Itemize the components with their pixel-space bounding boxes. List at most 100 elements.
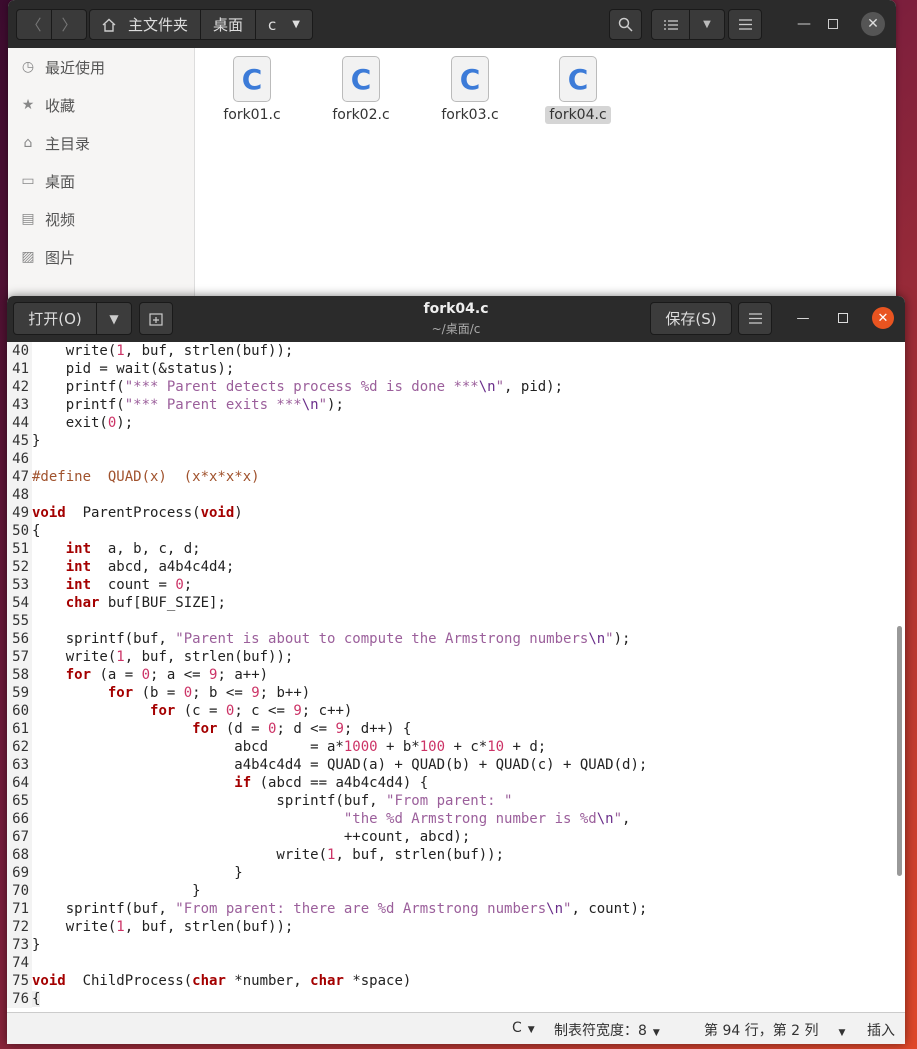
code-line[interactable]: 60 for (c = 0; c <= 9; c++) xyxy=(7,702,352,720)
code-text: ++count, abcd); xyxy=(32,829,471,845)
code-line[interactable]: 44 exit(0); xyxy=(7,414,133,432)
code-line[interactable]: 40 write(1, buf, strlen(buf)); xyxy=(7,342,293,360)
code-line[interactable]: 70 } xyxy=(7,882,201,900)
chevron-down-icon: ▼ xyxy=(838,1028,846,1038)
back-button[interactable]: 〈 xyxy=(16,9,52,40)
maximize-button[interactable] xyxy=(832,307,854,329)
code-line[interactable]: 43 printf("*** Parent exits ***\n"); xyxy=(7,396,344,414)
code-line[interactable]: 50{ xyxy=(7,522,40,540)
code-line[interactable]: 75 void ChildProcess(char *number, char *… xyxy=(7,972,411,990)
code-line[interactable]: 55 xyxy=(7,612,32,630)
code-line[interactable]: 56 sprintf(buf, "Parent is about to comp… xyxy=(7,630,630,648)
code-line[interactable]: 62 abcd = a*1000 + b*100 + c*10 + d; xyxy=(7,738,546,756)
path-desktop[interactable]: 桌面 xyxy=(200,9,257,40)
code-line[interactable]: 66 "the %d Armstrong number is %d\n", xyxy=(7,810,630,828)
code-line[interactable]: 41 pid = wait(&status); xyxy=(7,360,234,378)
code-line[interactable]: 63 a4b4c4d4 = QUAD(a) + QUAD(b) + QUAD(c… xyxy=(7,756,647,774)
sidebar-item-desktop[interactable]: ▭ 桌面 xyxy=(8,162,194,200)
code-line[interactable]: 73} xyxy=(7,936,40,954)
code-text: "the %d Armstrong number is %d\n", xyxy=(343,811,631,827)
code-line[interactable]: 72 write(1, buf, strlen(buf)); xyxy=(7,918,293,936)
tab-width-selector[interactable]: 制表符宽度：8 ▼ xyxy=(554,1020,660,1040)
close-button[interactable]: ✕ xyxy=(861,12,885,36)
insert-mode: 插入 xyxy=(867,1020,895,1040)
code-line[interactable]: 61 for (d = 0; d <= 9; d++) { xyxy=(7,720,411,738)
forward-button[interactable]: 〉 xyxy=(51,9,87,40)
file-manager-window: 〈 〉 主文件夹 桌面 c ▼ ▼ — ✕ ◷ 最近使用 ★ 收藏 ⌂ 主目录 ▭ 桌面 … xyxy=(8,0,896,300)
language-selector[interactable]: C ▼ xyxy=(512,1020,535,1036)
code-line[interactable]: 49 void ParentProcess(void) xyxy=(7,504,243,522)
code-view[interactable]: 40 write(1, buf, strlen(buf)); 41 pid = w… xyxy=(7,342,895,1012)
maximize-icon xyxy=(838,313,848,323)
line-number: 49 xyxy=(7,504,32,522)
code-line[interactable]: 46 xyxy=(7,450,32,468)
code-line[interactable]: 69 } xyxy=(7,864,243,882)
path-home[interactable]: 主文件夹 xyxy=(89,9,202,40)
line-number: 50 xyxy=(7,522,32,540)
code-line[interactable]: 51 int a, b, c, d; xyxy=(7,540,201,558)
file-item[interactable]: C fork02.c xyxy=(311,56,411,124)
sidebar-item-recent[interactable]: ◷ 最近使用 xyxy=(8,48,194,86)
code-line[interactable]: 68 write(1, buf, strlen(buf)); xyxy=(7,846,504,864)
code-line[interactable]: 64 if (abcd == a4b4c4d4) { xyxy=(7,774,428,792)
vertical-scrollbar[interactable] xyxy=(897,626,902,876)
search-button[interactable] xyxy=(609,9,642,40)
line-number: 44 xyxy=(7,414,32,432)
line-number: 76 xyxy=(7,990,32,1008)
tab-width-label: 制表符宽度：8 xyxy=(554,1023,647,1039)
code-line[interactable]: 71 sprintf(buf, "From parent: there are … xyxy=(7,900,647,918)
code-line[interactable]: 74 xyxy=(7,954,32,972)
line-number: 61 xyxy=(7,720,32,738)
code-text: for (d = 0; d <= 9; d++) { xyxy=(192,721,412,737)
code-text: void ParentProcess(void) xyxy=(32,505,243,521)
code-line[interactable]: 57 write(1, buf, strlen(buf)); xyxy=(7,648,293,666)
minimize-icon: — xyxy=(796,310,810,326)
line-number: 66 xyxy=(7,810,32,828)
close-button[interactable]: ✕ xyxy=(872,307,894,329)
line-number: 74 xyxy=(7,954,32,972)
sidebar-item-starred[interactable]: ★ 收藏 xyxy=(8,86,194,124)
code-line[interactable]: 48 xyxy=(7,486,32,504)
menu-button[interactable] xyxy=(738,302,772,335)
cursor-position-label: 第 94 行，第 2 列 xyxy=(704,1023,819,1039)
path-c[interactable]: c ▼ xyxy=(255,9,313,40)
code-text: for (c = 0; c <= 9; c++) xyxy=(150,703,353,719)
view-list-button[interactable] xyxy=(651,9,690,40)
code-line[interactable]: 53 int count = 0; xyxy=(7,576,192,594)
line-number: 43 xyxy=(7,396,32,414)
chevron-right-icon: 〉 xyxy=(61,16,77,34)
code-line[interactable]: 67 ++count, abcd); xyxy=(7,828,470,846)
file-item[interactable]: C fork03.c xyxy=(420,56,520,124)
c-source-file-icon: C xyxy=(559,56,597,102)
save-button[interactable]: 保存(S) xyxy=(650,302,732,335)
code-line[interactable]: 54 char buf[BUF_SIZE]; xyxy=(7,594,226,612)
line-number: 71 xyxy=(7,900,32,918)
code-line[interactable]: 52 int abcd, a4b4c4d4; xyxy=(7,558,234,576)
chevron-down-icon: ▼ xyxy=(292,19,300,30)
sidebar-item-home[interactable]: ⌂ 主目录 xyxy=(8,124,194,162)
code-line[interactable]: 76{ xyxy=(7,990,41,1008)
menu-button[interactable] xyxy=(728,9,762,40)
code-line[interactable]: 45} xyxy=(7,432,40,450)
sidebar: ◷ 最近使用 ★ 收藏 ⌂ 主目录 ▭ 桌面 ▤ 视频 ▨ 图片 xyxy=(8,48,195,300)
sidebar-item-videos[interactable]: ▤ 视频 xyxy=(8,200,194,238)
code-line[interactable]: 58 for (a = 0; a <= 9; a++) xyxy=(7,666,268,684)
hamburger-icon xyxy=(748,313,762,324)
view-options-button[interactable]: ▼ xyxy=(689,9,725,40)
code-text: a4b4c4d4 = QUAD(a) + QUAD(b) + QUAD(c) +… xyxy=(32,757,648,773)
maximize-button[interactable] xyxy=(821,12,845,36)
code-line[interactable]: 59 for (b = 0; b <= 9; b++) xyxy=(7,684,310,702)
code-line[interactable]: 47 #define QUAD(x) (x*x*x*x) xyxy=(7,468,260,486)
line-number: 68 xyxy=(7,846,32,864)
sidebar-item-pictures[interactable]: ▨ 图片 xyxy=(8,238,194,276)
sidebar-item-label: 主目录 xyxy=(45,134,91,153)
line-number: 46 xyxy=(7,450,32,468)
code-line[interactable]: 65 sprintf(buf, "From parent: " xyxy=(7,792,512,810)
minimize-button[interactable]: — xyxy=(792,12,816,36)
file-item[interactable]: C fork01.c xyxy=(202,56,302,124)
c-source-file-icon: C xyxy=(451,56,489,102)
cursor-position[interactable]: 第 94 行，第 2 列 ▼ xyxy=(704,1020,845,1040)
minimize-button[interactable]: — xyxy=(792,307,814,329)
code-line[interactable]: 42 printf("*** Parent detects process %d… xyxy=(7,378,563,396)
file-item-selected[interactable]: C fork04.c xyxy=(528,56,628,124)
